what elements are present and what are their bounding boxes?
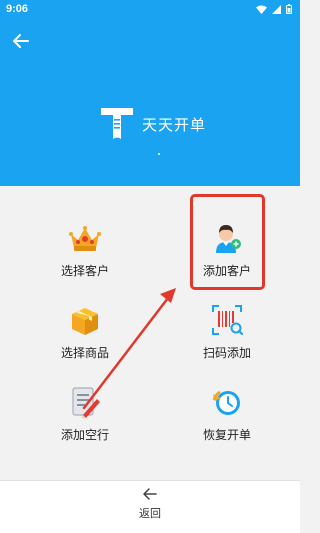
scan-add-label: 扫码添加 <box>202 346 251 360</box>
scan-add-button[interactable]: 扫码添加 <box>177 304 277 374</box>
status-icons <box>256 4 292 14</box>
select-customer-label: 选择客户 <box>60 264 109 278</box>
battery-icon <box>286 4 292 14</box>
bottom-back-label: 返回 <box>139 508 161 520</box>
edit-note-icon <box>72 387 100 418</box>
wifi-icon <box>256 5 267 14</box>
select-product-label: 选择商品 <box>60 346 109 360</box>
back-arrow-icon[interactable] <box>11 31 31 51</box>
signal-icon <box>272 4 281 14</box>
clock-restore-icon <box>212 390 240 415</box>
app-title: 天天开单 <box>142 116 207 134</box>
decorative-dot <box>158 153 160 155</box>
barcode-scan-icon <box>212 305 243 336</box>
select-product-button[interactable]: 选择商品 <box>35 304 135 374</box>
select-customer-button[interactable]: 选择客户 <box>35 222 135 292</box>
add-empty-row-button[interactable]: 添加空行 <box>35 386 135 456</box>
highlight-box <box>190 194 265 290</box>
box-icon <box>72 308 98 335</box>
status-time: 9:06 <box>6 3 29 15</box>
app-logo-icon <box>101 108 133 139</box>
restore-order-label: 恢复开单 <box>202 428 251 442</box>
brand: 天天开单 <box>100 106 206 142</box>
crown-icon <box>69 226 101 251</box>
add-empty-row-label: 添加空行 <box>60 428 109 442</box>
header: 9:06 天天开单 <box>0 0 300 186</box>
back-arrow-icon <box>143 488 157 500</box>
status-bar: 9:06 <box>0 0 300 20</box>
restore-order-button[interactable]: 恢复开单 <box>177 386 277 456</box>
bottom-back-button[interactable]: 返回 <box>0 480 300 533</box>
